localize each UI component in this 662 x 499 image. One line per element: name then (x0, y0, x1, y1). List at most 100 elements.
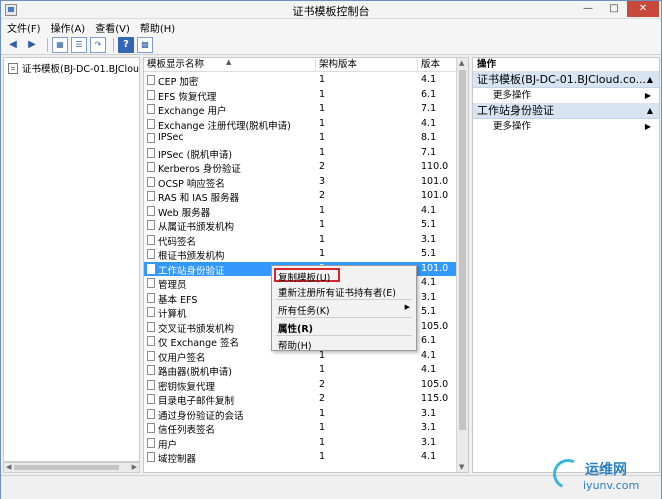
table-row[interactable]: 域控制器 1 4.1 (144, 450, 457, 465)
table-row[interactable]: Exchange 注册代理(脱机申请) 1 4.1 (144, 117, 457, 132)
cell-schema: 1 (319, 451, 326, 462)
logo-swoosh-icon (548, 454, 588, 494)
list-view-icon[interactable]: ☰ (71, 36, 87, 53)
cell-version: 105.0 (421, 320, 449, 332)
template-icon (147, 437, 155, 448)
cell-version: 3.1 (421, 436, 437, 448)
console-window: 证书模板控制台 — □ ✕ 文件(F) 操作(A) 查看(V) 帮助(H) ◀ … (0, 0, 662, 499)
cell-name: IPSec (158, 132, 184, 143)
scroll-up-icon[interactable]: ▲ (459, 59, 464, 67)
menu-item-help[interactable]: 帮助(H) (278, 338, 312, 352)
cell-schema: 1 (319, 407, 326, 419)
menu-view[interactable]: 查看(V) (95, 20, 130, 35)
scrollbar-thumb[interactable] (14, 465, 119, 470)
scroll-right-icon[interactable]: ▶ (132, 463, 137, 472)
menu-separator (276, 335, 412, 336)
table-row[interactable]: OCSP 响应签名 3 101.0 (144, 175, 457, 190)
table-row[interactable]: 密钥恢复代理 2 105.0 (144, 378, 457, 393)
template-icon (147, 162, 155, 172)
table-row[interactable]: 通过身份验证的会话 1 3.1 (144, 407, 457, 422)
list-header: 模板显示名称 ▲ 架构版本 版本 (144, 58, 457, 72)
minimize-button[interactable]: — (575, 1, 601, 17)
cell-version: 4.1 (421, 117, 437, 129)
table-row[interactable]: RAS 和 IAS 服务器 2 101.0 (144, 189, 457, 204)
cell-version: 4.1 (421, 364, 437, 375)
table-row[interactable]: 目录电子邮件复制 2 115.0 (144, 392, 457, 407)
menu-item-properties[interactable]: 属性(R) (278, 321, 313, 335)
cell-name: 目录电子邮件复制 (158, 396, 235, 407)
table-row[interactable]: IPSec (脱机申请) 1 7.1 (144, 146, 457, 161)
template-icon (147, 292, 155, 303)
template-icon (147, 350, 155, 361)
watermark-text-cn: 运维网 (585, 462, 627, 478)
cell-schema: 1 (319, 88, 326, 100)
table-row[interactable]: 根证书颁发机构 1 5.1 (144, 247, 457, 262)
cell-version: 3.1 (421, 422, 437, 433)
cell-schema: 1 (319, 436, 326, 448)
table-row[interactable]: 代码签名 1 3.1 (144, 233, 457, 248)
cell-version: 4.1 (421, 74, 437, 85)
menu-help[interactable]: 帮助(H) (140, 20, 175, 35)
table-row[interactable]: 用户 1 3.1 (144, 436, 457, 451)
cell-version: 4.1 (421, 451, 437, 462)
cell-name: 根证书颁发机构 (158, 251, 225, 262)
cell-name: 基本 EFS (158, 294, 198, 306)
cell-name: Exchange 注册代理(脱机申请) (158, 120, 291, 132)
cell-schema: 1 (319, 103, 326, 114)
cell-schema: 1 (319, 74, 326, 85)
table-row[interactable]: Kerberos 身份验证 2 110.0 (144, 160, 457, 175)
list-vertical-scrollbar[interactable]: ▲ ▼ (456, 58, 468, 472)
scrollbar-thumb[interactable] (459, 70, 466, 430)
column-header-version[interactable]: 版本 (418, 58, 457, 72)
tree-item-cert-templates[interactable]: 证书模板(BJ-DC-01.BJCloud.co (8, 61, 139, 75)
menu-item-duplicate-template[interactable]: 复制模板(U) (278, 270, 330, 284)
action-more-actions[interactable]: 更多操作 ▶ (473, 88, 659, 103)
actions-section-selected[interactable]: 工作站身份验证 ▲ (473, 103, 659, 119)
cell-name: IPSec (脱机申请) (158, 149, 233, 161)
back-arrow-icon[interactable]: ◀ (5, 37, 21, 53)
table-row[interactable]: 从属证书颁发机构 1 5.1 (144, 218, 457, 233)
cell-version: 3.1 (421, 233, 437, 245)
console-tree-icon[interactable]: ▦ (52, 36, 68, 53)
maximize-button[interactable]: □ (601, 1, 627, 17)
table-row[interactable]: EFS 恢复代理 1 6.1 (144, 88, 457, 103)
submenu-arrow-icon: ▶ (644, 122, 651, 131)
menu-file[interactable]: 文件(F) (7, 20, 41, 35)
menu-separator (276, 299, 412, 300)
help-icon[interactable]: ? (118, 36, 134, 53)
cell-name: Kerberos 身份验证 (158, 164, 241, 175)
scroll-down-icon[interactable]: ▼ (459, 463, 464, 471)
export-list-icon[interactable]: ↷ (90, 36, 106, 53)
cell-version: 5.1 (421, 306, 437, 317)
scroll-left-icon[interactable]: ◀ (6, 463, 11, 472)
cell-name: 从属证书颁发机构 (158, 222, 235, 233)
watermark-logo: 运维网 iyunv.com (548, 454, 655, 495)
collapse-icon[interactable]: ▲ (647, 72, 653, 87)
template-icon (147, 205, 155, 216)
cell-version: 5.1 (421, 248, 437, 259)
cell-version: 4.1 (421, 349, 437, 361)
close-button[interactable]: ✕ (627, 1, 659, 17)
collapse-icon[interactable]: ▲ (647, 103, 653, 118)
cell-version: 4.1 (421, 277, 437, 288)
column-header-schema[interactable]: 架构版本 (316, 58, 418, 72)
table-row[interactable]: CEP 加密 1 4.1 (144, 73, 457, 88)
menu-item-reenroll-all[interactable]: 重新注册所有证书持有者(E) (278, 285, 396, 299)
table-row[interactable]: Web 服务器 1 4.1 (144, 204, 457, 219)
table-row[interactable]: 信任列表签名 1 3.1 (144, 421, 457, 436)
tree-horizontal-scrollbar[interactable]: ◀ ▶ (3, 462, 140, 473)
action-more-actions[interactable]: 更多操作 ▶ (473, 119, 659, 134)
cell-name: Web 服务器 (158, 207, 211, 219)
actions-section-templates[interactable]: 证书模板(BJ-DC-01.BJCloud.co... ▲ (473, 72, 659, 88)
menu-item-all-tasks[interactable]: 所有任务(K) (278, 303, 330, 317)
toolbar-separator (113, 37, 114, 52)
action-pane-icon[interactable]: ▩ (137, 36, 153, 53)
forward-arrow-icon[interactable]: ▶ (24, 37, 40, 53)
menu-action[interactable]: 操作(A) (51, 20, 86, 35)
submenu-arrow-icon: ▶ (644, 91, 651, 100)
table-row[interactable]: IPSec 1 8.1 (144, 131, 457, 146)
table-row[interactable]: Exchange 用户 1 7.1 (144, 102, 457, 117)
table-row[interactable]: 路由器(脱机申请) 1 4.1 (144, 363, 457, 378)
watermark-text-en: iyunv.com (583, 479, 640, 492)
template-icon (147, 176, 155, 187)
